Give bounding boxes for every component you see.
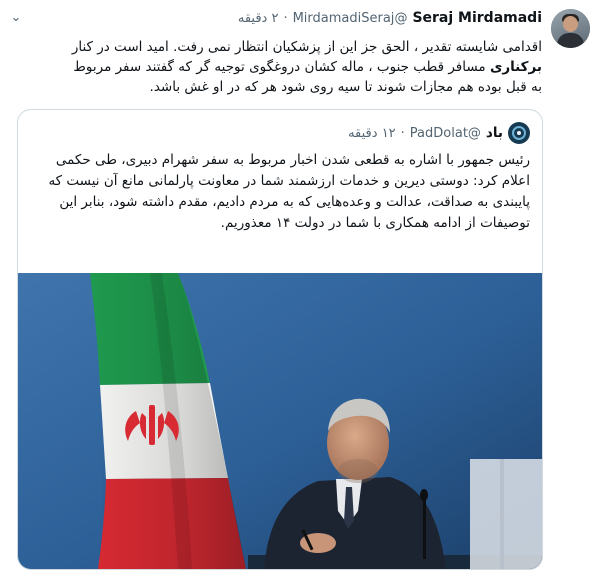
tweet-text-line-2-rest: مسافر قطب جنوب ، ماله کشان دروغگوی توجیه… xyxy=(73,59,490,75)
author-handle[interactable]: @MirdamadiSeraj xyxy=(293,11,408,26)
tweet-text: اقدامی شایسته تقدیر ، الحق جز این از پزش… xyxy=(12,37,542,97)
tweet-text-bold: برکناری xyxy=(489,59,542,75)
tweet-text-line-2: برکناری مسافر قطب جنوب ، ماله کشان دروغگ… xyxy=(12,57,542,77)
quoted-author-handle[interactable]: @PadDolat xyxy=(410,126,481,141)
quoted-author-name[interactable]: باد xyxy=(486,125,503,141)
separator-dot: · xyxy=(283,10,288,26)
quoted-tweet-text: رئیس جمهور با اشاره به قطعی شدن اخبار مر… xyxy=(48,152,530,231)
tweet-header: Seraj Mirdamadi @MirdamadiSeraj · ۲ دقیق… xyxy=(238,8,542,28)
tweet-time[interactable]: ۲ دقیقه xyxy=(238,11,279,26)
president-signing-photo xyxy=(18,273,542,569)
author-avatar[interactable] xyxy=(551,9,590,48)
tweet-text-line-3: به قبل بوده هم مجازات شوند تا سیه روی شو… xyxy=(149,79,542,95)
quoted-tweet-header: باد @PadDolat · ۱۲ دقیقه xyxy=(348,122,530,144)
quoted-author-avatar[interactable] xyxy=(508,122,530,144)
tweet-text-line-1: اقدامی شایسته تقدیر ، الحق جز این از پزش… xyxy=(71,39,542,55)
quoted-separator-dot: · xyxy=(400,125,405,141)
chevron-down-icon[interactable]: ⌄ xyxy=(8,10,24,26)
author-name[interactable]: Seraj Mirdamadi xyxy=(412,10,542,26)
microphone xyxy=(423,495,426,559)
quoted-tweet-time[interactable]: ۱۲ دقیقه xyxy=(348,126,396,141)
tweet-card[interactable]: Seraj Mirdamadi @MirdamadiSeraj · ۲ دقیق… xyxy=(0,0,600,577)
quoted-tweet[interactable]: باد @PadDolat · ۱۲ دقیقه رئیس جمهور با ا… xyxy=(17,109,543,570)
tweet-photo[interactable] xyxy=(18,273,542,569)
